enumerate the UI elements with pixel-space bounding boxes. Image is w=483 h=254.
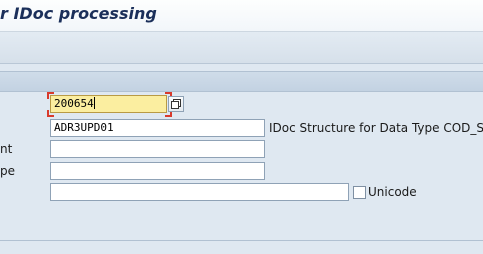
unicode-checkbox[interactable] [353, 186, 366, 199]
idoc-type-description: IDoc Structure for Data Type COD_S_A [269, 121, 483, 135]
partner-number-value: 200654 [54, 97, 94, 110]
application-toolbar [0, 32, 483, 64]
panel-header [0, 72, 483, 92]
row3-label: nt [0, 142, 13, 156]
focus-corner-tl [47, 92, 54, 99]
unicode-label: Unicode [368, 185, 417, 199]
text-caret [93, 97, 95, 109]
row3-input[interactable] [50, 140, 265, 158]
value-help-icon [171, 99, 181, 109]
value-help-button[interactable] [168, 96, 184, 112]
focus-corner-bl [47, 110, 54, 117]
parameters-panel: 200654 ADR3UPD01 IDoc Structure for Data… [0, 71, 483, 241]
row5-input[interactable] [50, 183, 349, 201]
row4-input[interactable] [50, 162, 265, 180]
idoc-type-value: ADR3UPD01 [54, 121, 114, 134]
title-bar: r IDoc processing [0, 0, 483, 32]
idoc-type-input[interactable]: ADR3UPD01 [50, 119, 265, 137]
row4-label: pe [0, 164, 15, 178]
window-title: r IDoc processing [0, 4, 157, 23]
partner-number-input[interactable]: 200654 [50, 95, 167, 113]
